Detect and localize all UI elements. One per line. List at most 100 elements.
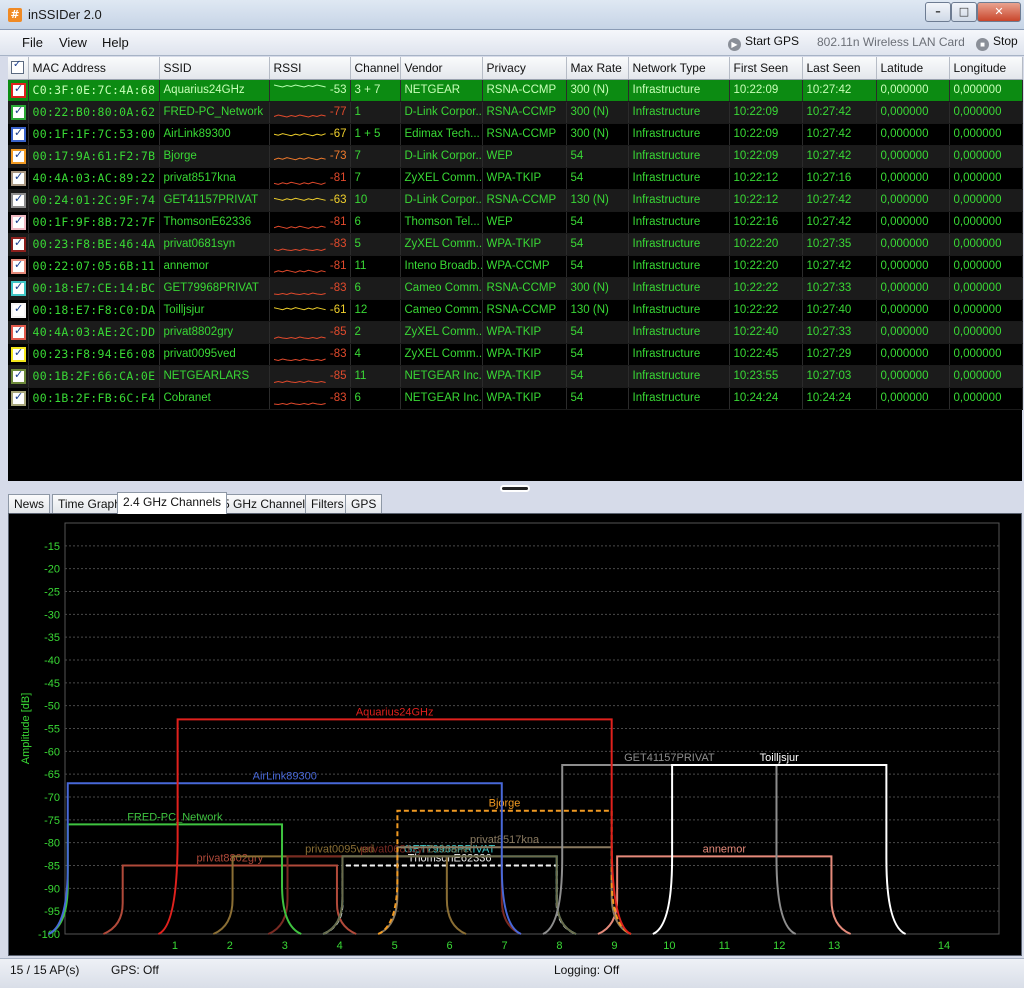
tab-news[interactable]: News xyxy=(8,494,51,513)
row-checkbox[interactable] xyxy=(11,82,26,98)
row-checkbox[interactable] xyxy=(11,170,26,186)
max-rate-cell: 300 (N) xyxy=(566,123,629,146)
column-header[interactable]: Max Rate xyxy=(566,57,629,80)
access-point-table: MAC Address SSID RSSI Channel Vendor Pri… xyxy=(8,57,1023,410)
rssi-cell: -83 xyxy=(269,387,351,410)
table-row[interactable]: 00:22:07:05:6B:11annemor -8111Inteno Broa… xyxy=(8,255,1023,278)
table-row[interactable]: 00:17:9A:61:F2:7BBjorge -737D-Link Corpor… xyxy=(8,145,1023,168)
channel-cell: 6 xyxy=(350,211,401,234)
row-checkbox[interactable] xyxy=(11,148,26,164)
table-row[interactable]: 00:23:F8:BE:46:4Aprivat0681syn -835ZyXEL … xyxy=(8,233,1023,256)
row-checkbox-cell[interactable] xyxy=(8,343,29,366)
privacy-cell: WPA-TKIP xyxy=(482,387,567,410)
maximize-button[interactable]: □ xyxy=(951,2,977,22)
first-seen-cell: 10:22:12 xyxy=(729,189,803,212)
row-checkbox[interactable] xyxy=(11,302,26,318)
column-header[interactable]: Privacy xyxy=(482,57,567,80)
tab-24ghz-channels[interactable]: 2.4 GHz Channels xyxy=(117,492,228,514)
row-checkbox-cell[interactable] xyxy=(8,387,29,410)
menu-file[interactable]: File xyxy=(22,35,43,50)
row-checkbox[interactable] xyxy=(11,104,26,120)
row-checkbox[interactable] xyxy=(11,126,26,142)
row-checkbox-cell[interactable] xyxy=(8,365,29,388)
max-rate-cell: 54 xyxy=(566,343,629,366)
row-checkbox-cell[interactable] xyxy=(8,167,29,190)
row-checkbox[interactable] xyxy=(11,390,26,406)
table-row[interactable]: 00:24:01:2C:9F:74GET41157PRIVAT -6310D-Li… xyxy=(8,189,1023,212)
table-row[interactable]: 00:18:E7:F8:C0:DAToilljsjur -6112Cameo Co… xyxy=(8,299,1023,322)
row-checkbox-cell[interactable] xyxy=(8,299,29,322)
row-checkbox-cell[interactable] xyxy=(8,79,29,102)
column-header[interactable]: Vendor xyxy=(400,57,483,80)
row-checkbox-cell[interactable] xyxy=(8,255,29,278)
select-all-header[interactable] xyxy=(8,57,29,80)
column-header[interactable]: SSID xyxy=(159,57,270,80)
menu-help[interactable]: Help xyxy=(102,35,129,50)
column-header[interactable]: Channel xyxy=(350,57,401,80)
rssi-sparkline-line xyxy=(273,401,326,405)
row-checkbox-cell[interactable] xyxy=(8,277,29,300)
column-header[interactable]: Last Seen xyxy=(802,57,877,80)
table-row[interactable]: 00:1B:2F:FB:6C:F4Cobranet -836NETGEAR Inc… xyxy=(8,387,1023,410)
column-header[interactable]: Longitude xyxy=(949,57,1023,80)
ssid-cell: privat0095ved xyxy=(159,343,270,366)
tab-filters[interactable]: Filters xyxy=(305,494,350,513)
row-checkbox-cell[interactable] xyxy=(8,123,29,146)
menu-view[interactable]: View xyxy=(59,35,87,50)
row-checkbox[interactable] xyxy=(11,346,26,362)
row-checkbox[interactable] xyxy=(11,192,26,208)
column-header[interactable]: Latitude xyxy=(876,57,950,80)
privacy-cell: WPA-TKIP xyxy=(482,343,567,366)
table-row[interactable]: C0:3F:0E:7C:4A:68Aquarius24GHz -533 + 7NE… xyxy=(8,79,1023,102)
row-checkbox[interactable] xyxy=(11,214,26,230)
tab-gps[interactable]: GPS xyxy=(345,494,383,513)
network-type-cell: Infrastructure xyxy=(628,79,730,102)
column-header[interactable]: First Seen xyxy=(729,57,803,80)
last-seen-cell: 10:27:42 xyxy=(802,123,877,146)
row-checkbox-cell[interactable] xyxy=(8,189,29,212)
x-tick-label: 2 xyxy=(227,940,233,952)
table-row[interactable]: 00:1B:2F:66:CA:0ENETGEARLARS -8511NETGEAR… xyxy=(8,365,1023,388)
ssid-cell: FRED-PC_Network xyxy=(159,101,270,124)
mac-cell: 00:18:E7:CE:14:BC xyxy=(28,277,160,300)
table-row[interactable]: 00:1F:9F:8B:72:7FThomsonE62336 -816Thomso… xyxy=(8,211,1023,234)
row-checkbox[interactable] xyxy=(11,236,26,252)
column-header[interactable]: Network Type xyxy=(628,57,730,80)
rssi-cell: -53 xyxy=(269,79,351,102)
table-row[interactable]: 00:23:F8:94:E6:08privat0095ved -834ZyXEL … xyxy=(8,343,1023,366)
column-header[interactable]: RSSI xyxy=(269,57,351,80)
table-row[interactable]: 00:1F:1F:7C:53:00AirLink89300 -671 + 5Edi… xyxy=(8,123,1023,146)
splitter-handle[interactable] xyxy=(500,485,530,492)
longitude-cell: 0,000000 xyxy=(949,101,1023,124)
rssi-value: -81 xyxy=(329,171,347,184)
row-checkbox[interactable] xyxy=(11,258,26,274)
start-gps-button[interactable]: ▶ Start GPS xyxy=(728,34,799,51)
table-row[interactable]: 00:18:E7:CE:14:BCGET79968PRIVAT -836Cameo… xyxy=(8,277,1023,300)
select-all-checkbox[interactable] xyxy=(11,59,24,75)
row-checkbox[interactable] xyxy=(11,280,26,296)
stop-button[interactable]: ■ Stop xyxy=(976,34,1018,51)
privacy-cell: RSNA-CCMP xyxy=(482,101,567,124)
close-button[interactable]: ✕ xyxy=(977,2,1021,22)
x-tick-label: 7 xyxy=(501,940,507,952)
x-tick-label: 8 xyxy=(556,940,562,952)
row-checkbox[interactable] xyxy=(11,368,26,384)
tab-time-graph[interactable]: Time Graph xyxy=(52,494,127,513)
row-checkbox-cell[interactable] xyxy=(8,101,29,124)
tab-5ghz-channels[interactable]: 5 GHz Channels xyxy=(217,494,318,513)
table-row[interactable]: 40:4A:03:AE:2C:DDprivat8802gry -852ZyXEL … xyxy=(8,321,1023,344)
adapter-selector[interactable]: 802.11n Wireless LAN Card xyxy=(817,35,965,49)
last-seen-cell: 10:27:33 xyxy=(802,277,877,300)
row-checkbox-cell[interactable] xyxy=(8,321,29,344)
row-checkbox-cell[interactable] xyxy=(8,233,29,256)
row-checkbox[interactable] xyxy=(11,324,26,340)
max-rate-cell: 54 xyxy=(566,145,629,168)
network-label: Aquarius24GHz xyxy=(356,706,434,718)
y-tick-label: -65 xyxy=(44,769,60,781)
table-row[interactable]: 40:4A:03:AC:89:22privat8517kna -817ZyXEL … xyxy=(8,167,1023,190)
minimize-button[interactable]: – xyxy=(925,2,951,22)
row-checkbox-cell[interactable] xyxy=(8,211,29,234)
row-checkbox-cell[interactable] xyxy=(8,145,29,168)
column-header[interactable]: MAC Address xyxy=(28,57,160,80)
table-row[interactable]: 00:22:B0:80:0A:62FRED-PC_Network -771D-Li… xyxy=(8,101,1023,124)
